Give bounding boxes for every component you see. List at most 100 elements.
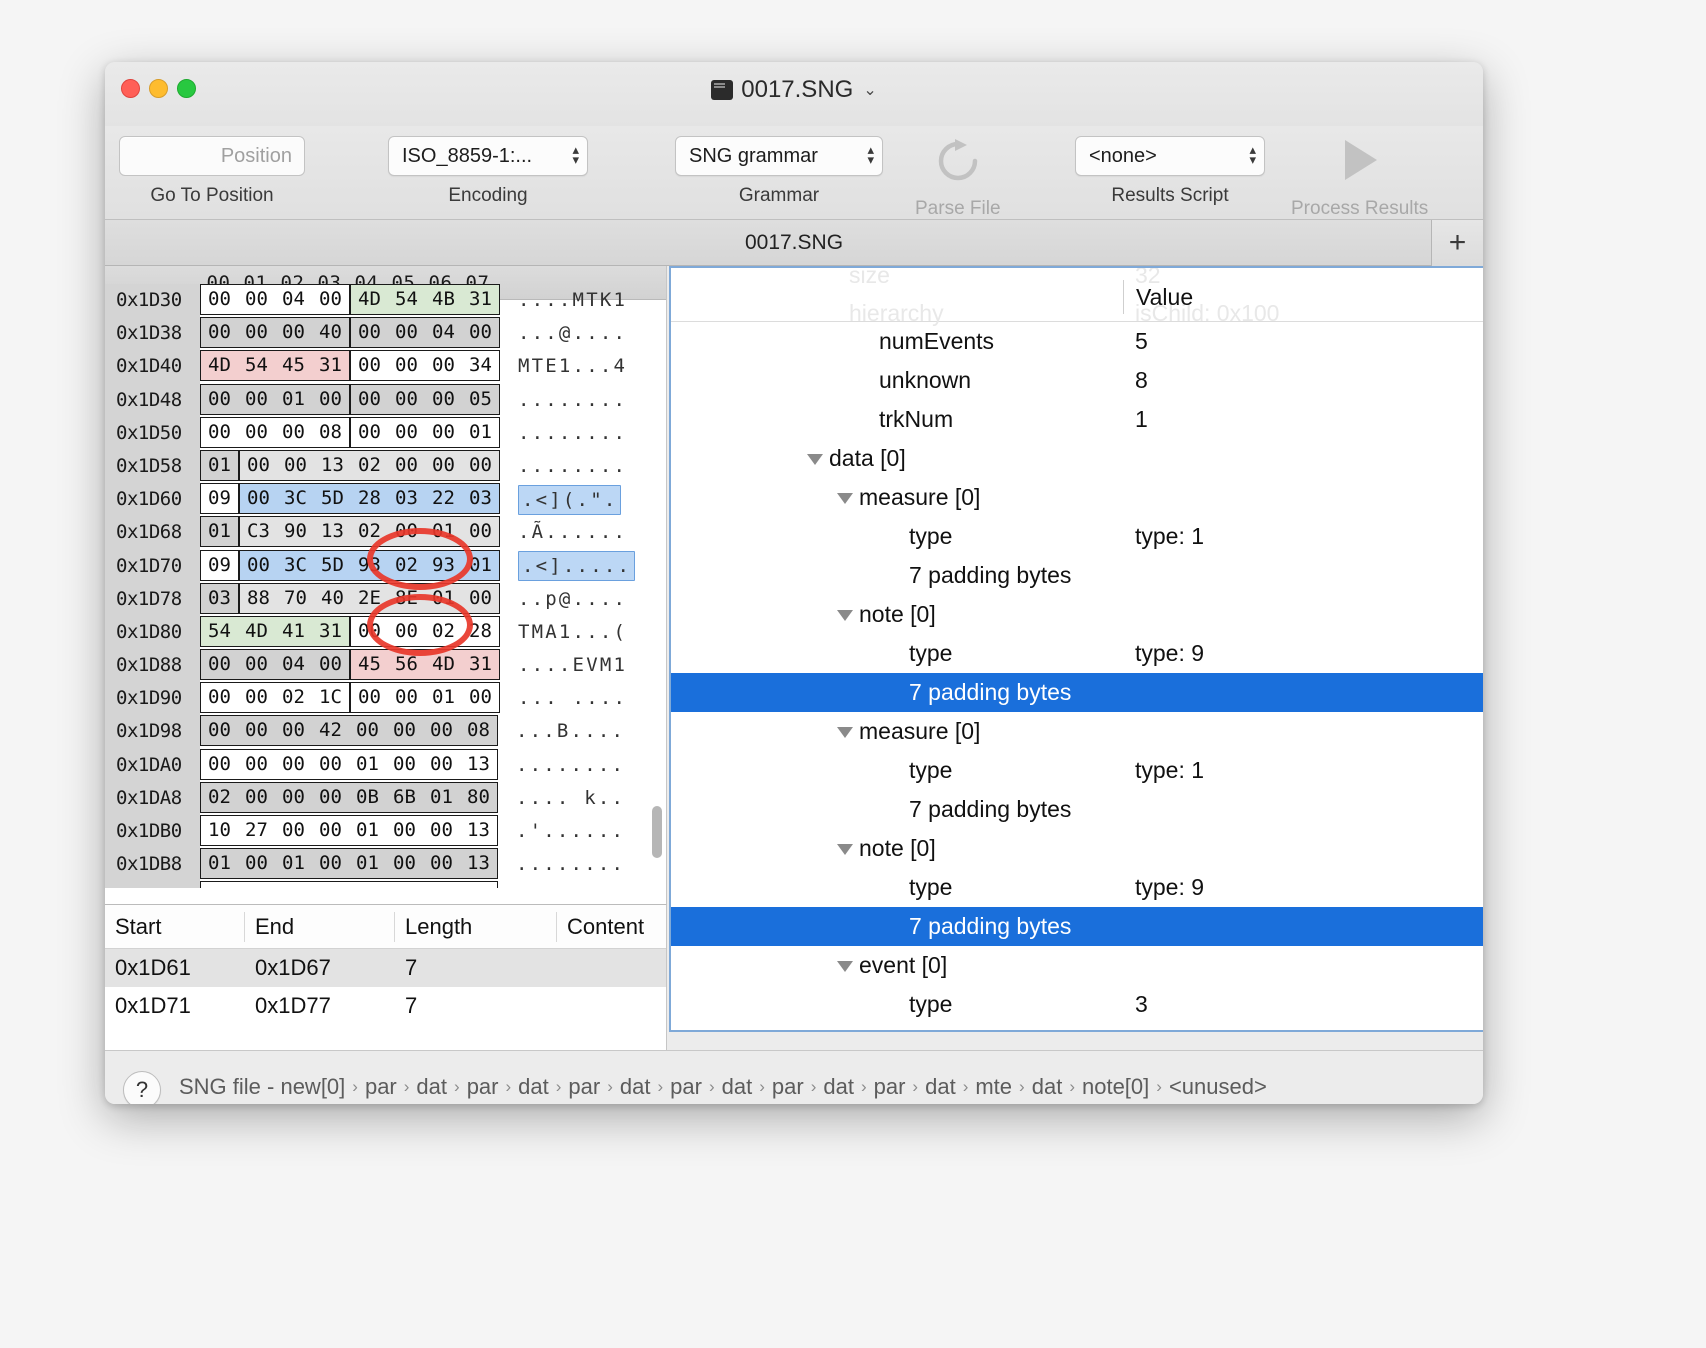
breadcrumb-item[interactable]: note[0]	[1082, 1074, 1149, 1100]
hex-row[interactable]: 0x1DA8 02 00 00 00 0B 6B 01 80.... k..	[105, 781, 666, 815]
hex-byte[interactable]: 31	[312, 617, 349, 646]
hex-byte[interactable]: 93	[351, 551, 388, 580]
hex-byte[interactable]: 01	[275, 385, 312, 414]
breadcrumb-item[interactable]: par	[365, 1074, 397, 1100]
hex-byte[interactable]: 00	[275, 783, 312, 812]
hex-byte[interactable]: 0B	[349, 783, 386, 812]
hex-byte[interactable]: 02	[351, 451, 388, 480]
hex-scrollbar-thumb[interactable]	[652, 806, 662, 858]
hex-byte-group[interactable]: 02 00 00 00 0B 6B 01 80	[200, 781, 498, 815]
hex-byte[interactable]: 00	[201, 650, 238, 679]
hex-byte-group[interactable]: 09 00 3C 5D 93 02 93 01	[200, 549, 500, 583]
hex-byte[interactable]: 00	[462, 584, 499, 613]
hex-byte[interactable]: 00	[238, 285, 275, 314]
hex-byte[interactable]: 02	[275, 683, 312, 712]
chevron-down-icon[interactable]	[837, 961, 853, 972]
hex-byte[interactable]: 4D	[201, 351, 238, 380]
hex-byte[interactable]: 00	[201, 385, 238, 414]
hex-byte[interactable]: 00	[462, 683, 499, 712]
hex-byte[interactable]: 01	[201, 451, 238, 480]
hex-byte[interactable]: 00	[386, 882, 423, 888]
hex-byte[interactable]: 6B	[386, 783, 423, 812]
ranges-col-start[interactable]: Start	[105, 911, 245, 942]
hex-row[interactable]: 0x1D88 00 00 04 00 45 56 4D 31 ....EVM1	[105, 649, 666, 683]
hex-byte[interactable]: 4D	[238, 617, 275, 646]
hex-byte[interactable]: 00	[238, 716, 275, 745]
hex-byte[interactable]: 31	[462, 285, 499, 314]
hex-ascii[interactable]: ........	[516, 848, 625, 881]
breadcrumb-item[interactable]: dat	[620, 1074, 651, 1100]
hex-byte[interactable]: 56	[388, 650, 425, 679]
breadcrumb-item[interactable]: par	[670, 1074, 702, 1100]
hex-byte[interactable]: 00	[423, 882, 460, 888]
hex-byte[interactable]: 05	[462, 385, 499, 414]
hex-byte-cluster[interactable]: 45 56 4D 31	[350, 649, 500, 681]
hex-byte[interactable]: 01	[275, 849, 312, 878]
hex-byte[interactable]: 03	[462, 484, 499, 513]
hex-byte[interactable]: 31	[312, 351, 349, 380]
ranges-col-end[interactable]: End	[245, 911, 395, 942]
tree-row[interactable]: measure [0]	[671, 712, 1483, 751]
hex-ascii[interactable]: TMA1...(	[518, 616, 627, 649]
hex-byte[interactable]: 00	[425, 385, 462, 414]
position-input[interactable]: Position	[119, 136, 305, 176]
hex-row[interactable]: 0x1D50 00 00 00 08 00 00 00 01........	[105, 416, 666, 450]
hex-ascii[interactable]: ....EVM1	[518, 649, 627, 682]
hex-row[interactable]: 0x1D60 09 00 3C 5D 28 03 22 03 .<](.".	[105, 483, 666, 517]
hex-byte[interactable]: 01	[349, 849, 386, 878]
hex-byte-cluster[interactable]: C3 90 13 02 00 01 00	[239, 516, 500, 548]
hex-byte[interactable]: 00	[462, 451, 499, 480]
hex-byte-cluster[interactable]: 88 70 40 2E 8E 01 00	[239, 582, 500, 614]
hex-byte[interactable]: 00	[312, 285, 349, 314]
hex-byte[interactable]: 00	[425, 451, 462, 480]
hex-byte[interactable]: 3C	[277, 551, 314, 580]
hex-byte[interactable]: 00	[462, 517, 499, 546]
hex-byte[interactable]: 28	[351, 484, 388, 513]
hex-ascii[interactable]: ........	[518, 417, 627, 450]
hex-byte[interactable]: 93	[425, 551, 462, 580]
hex-byte-cluster[interactable]: 00 00 00 42 00 00 00 08	[200, 715, 498, 747]
breadcrumb-item[interactable]: dat	[925, 1074, 956, 1100]
hex-byte[interactable]: 70	[277, 584, 314, 613]
hex-byte[interactable]: 01	[462, 418, 499, 447]
hex-byte[interactable]: 2E	[351, 584, 388, 613]
hex-byte[interactable]: 03	[201, 584, 238, 613]
tree-row[interactable]: measure [0]	[671, 478, 1483, 517]
hex-byte[interactable]: 00	[351, 351, 388, 380]
hex-byte[interactable]: 00	[201, 418, 238, 447]
hex-ascii[interactable]: ........	[516, 749, 625, 782]
hex-byte-cluster[interactable]: 4D 54 4B 31	[350, 284, 500, 315]
hex-byte[interactable]: 00	[388, 318, 425, 347]
hex-byte[interactable]: 02	[351, 517, 388, 546]
hex-byte[interactable]: 00	[240, 484, 277, 513]
hex-byte[interactable]: 01	[349, 882, 386, 888]
hex-byte-cluster[interactable]: 00 00 00 40	[200, 317, 350, 349]
hex-byte[interactable]: 00	[275, 318, 312, 347]
add-tab-button[interactable]: +	[1431, 220, 1483, 266]
hex-byte[interactable]: 01	[349, 750, 386, 779]
chevron-down-icon[interactable]	[837, 844, 853, 855]
hex-byte[interactable]: 02	[425, 617, 462, 646]
hex-byte[interactable]: 00	[312, 385, 349, 414]
hex-byte[interactable]: 13	[314, 517, 351, 546]
tree-row[interactable]: type 3	[671, 985, 1483, 1024]
hex-byte[interactable]: 4B	[425, 285, 462, 314]
hex-byte[interactable]: 54	[238, 351, 275, 380]
hex-byte[interactable]: 40	[312, 318, 349, 347]
hex-byte-cluster[interactable]: 54 4D 41 31	[200, 615, 350, 647]
results-tree-pane[interactable]: size 32 hierarchy isChild: 0x100 Value n…	[669, 266, 1483, 1032]
hex-byte[interactable]: 00	[423, 816, 460, 845]
hex-byte[interactable]: 90	[277, 517, 314, 546]
hex-row[interactable]: 0x1D90 00 00 02 1C 00 00 01 00... ....	[105, 682, 666, 716]
hex-row[interactable]: 0x1D68 01 C3 90 13 02 00 01 00 .Ã......	[105, 516, 666, 550]
hex-byte-cluster[interactable]: 03	[200, 582, 239, 614]
hex-byte-cluster[interactable]: 00 00 01 00	[350, 682, 500, 714]
hex-byte-cluster[interactable]: 00 00 00 08	[200, 416, 350, 448]
hex-byte[interactable]: 13	[460, 750, 497, 779]
hex-row[interactable]: 0x1D38 00 00 00 40 00 00 04 00 ...@....	[105, 317, 666, 351]
hex-row[interactable]: 0x1D80 54 4D 41 31 00 00 02 28 TMA1...(	[105, 615, 666, 650]
breadcrumb-item[interactable]: <unused>	[1169, 1074, 1267, 1100]
hex-byte-cluster[interactable]: 00 00 04 00	[200, 649, 350, 681]
ranges-col-content[interactable]: Content	[557, 912, 666, 942]
hex-byte-group[interactable]: 10 27 00 00 01 00 00 13	[200, 815, 498, 848]
